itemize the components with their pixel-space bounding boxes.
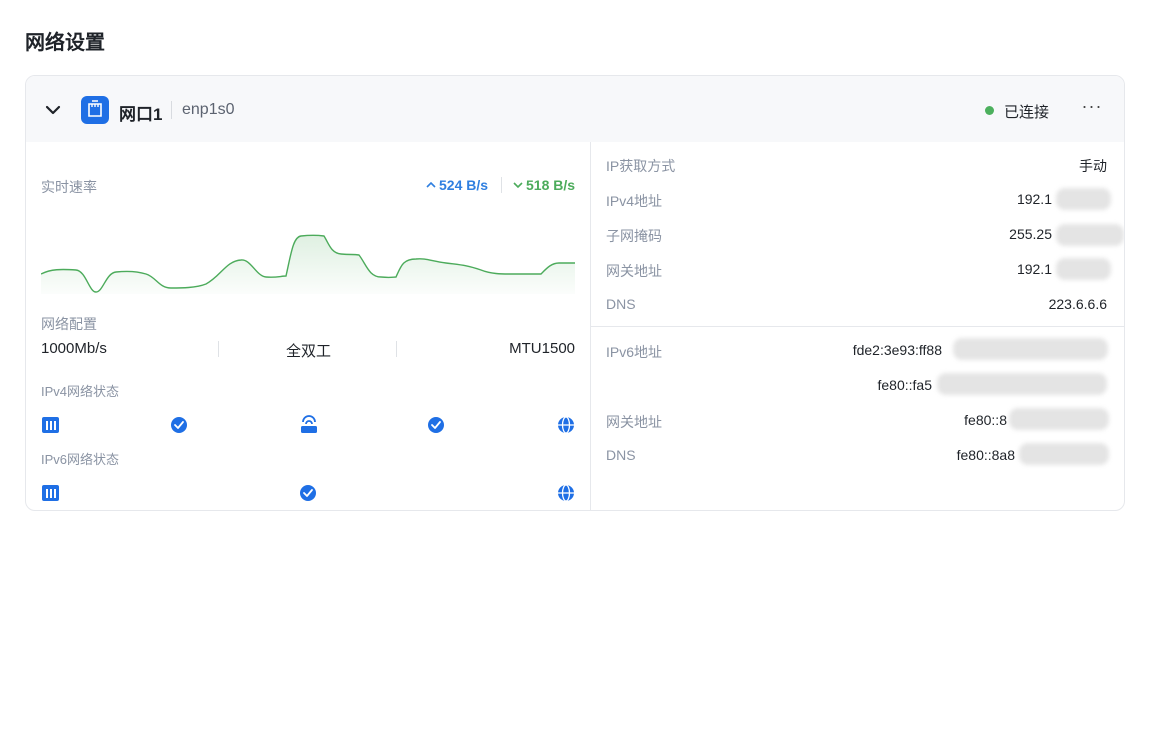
ipv6-dns-value: fe80::8a8 bbox=[956, 447, 1015, 463]
chevron-down-icon[interactable] bbox=[42, 99, 64, 121]
ipv6-gateway-label: 网关地址 bbox=[606, 414, 662, 430]
subnet-mask-label: 子网掩码 bbox=[606, 228, 662, 244]
more-icon: ··· bbox=[1081, 96, 1103, 116]
download-rate: 518 B/s bbox=[526, 177, 576, 193]
ipv4-gateway-label: 网关地址 bbox=[606, 263, 662, 279]
globe-icon bbox=[558, 484, 574, 502]
upload-rate: 524 B/s bbox=[439, 177, 489, 193]
left-panel: 实时速率 524 B/s 518 B/s 网络配置 1000Mb/s 全双工 M… bbox=[26, 142, 590, 510]
check-circle-icon bbox=[428, 417, 444, 433]
ipv6-address-label: IPv6地址 bbox=[606, 344, 663, 360]
redacted-overlay bbox=[1009, 408, 1109, 430]
redacted-overlay bbox=[1056, 188, 1111, 210]
globe-icon bbox=[558, 416, 574, 434]
mtu-value: MTU1500 bbox=[509, 340, 575, 357]
connection-status: 已连接 bbox=[1004, 104, 1050, 121]
redacted-overlay bbox=[953, 338, 1108, 360]
ethernet-port-icon bbox=[81, 96, 109, 124]
check-circle-icon bbox=[171, 417, 187, 433]
config-divider bbox=[218, 341, 219, 357]
duplex-mode: 全双工 bbox=[286, 343, 332, 360]
redacted-overlay bbox=[1056, 224, 1124, 246]
interface-name: enp1s0 bbox=[182, 101, 235, 118]
ipv6-status-label: IPv6网络状态 bbox=[41, 452, 120, 467]
port-name: 网口1 bbox=[119, 105, 163, 124]
ipv4-status-label: IPv4网络状态 bbox=[41, 384, 120, 399]
ipv4-address-value: 192.1 bbox=[1016, 191, 1052, 207]
ipv4-address-label: IPv4地址 bbox=[606, 193, 663, 209]
network-port-card: 网口1 enp1s0 已连接 ··· 实时速率 524 B/s 518 B/s bbox=[25, 75, 1125, 511]
section-divider bbox=[591, 326, 1124, 327]
check-circle-icon bbox=[300, 485, 316, 501]
page-title: 网络设置 bbox=[25, 32, 105, 54]
ip-method-label: IP获取方式 bbox=[606, 158, 676, 174]
upload-arrow-icon bbox=[426, 181, 436, 188]
ip-details-panel: IP获取方式 手动 IPv4地址 192.1 子网掩码 255.25 网关地址 … bbox=[591, 142, 1124, 510]
link-speed: 1000Mb/s bbox=[41, 340, 107, 357]
redacted-overlay bbox=[1056, 258, 1111, 280]
ipv6-status-track bbox=[42, 484, 574, 502]
card-header: 网口1 enp1s0 已连接 ··· bbox=[26, 76, 1124, 142]
redacted-overlay bbox=[1019, 443, 1109, 465]
ethernet-port-icon bbox=[42, 485, 59, 501]
rate-area bbox=[41, 235, 575, 294]
ipv6-address-value-1: fde2:3e93:ff88 bbox=[852, 342, 942, 358]
ipv6-gateway-value: fe80::8 bbox=[964, 412, 1007, 428]
network-config-label: 网络配置 bbox=[41, 316, 97, 332]
realtime-rate-chart bbox=[41, 234, 575, 294]
ipv4-dns-label: DNS bbox=[606, 296, 636, 312]
router-icon bbox=[301, 415, 317, 433]
realtime-rate-label: 实时速率 bbox=[41, 179, 97, 195]
rate-divider bbox=[501, 177, 502, 193]
more-options-button[interactable]: ··· bbox=[1078, 96, 1106, 120]
ip-method-value: 手动 bbox=[1079, 158, 1107, 174]
download-arrow-icon bbox=[513, 182, 523, 189]
subnet-mask-value: 255.25 bbox=[1009, 226, 1052, 242]
ipv4-dns-value: 223.6.6.6 bbox=[1048, 296, 1107, 312]
connected-status-dot bbox=[985, 106, 994, 115]
redacted-overlay bbox=[937, 373, 1107, 395]
header-divider bbox=[171, 101, 172, 119]
ipv4-status-track bbox=[42, 415, 574, 434]
config-divider bbox=[396, 341, 397, 357]
ipv4-gateway-value: 192.1 bbox=[1016, 261, 1052, 277]
ipv6-address-value-2: fe80::fa5 bbox=[877, 377, 933, 393]
ipv6-dns-label: DNS bbox=[606, 447, 636, 463]
ethernet-port-icon bbox=[42, 417, 59, 433]
